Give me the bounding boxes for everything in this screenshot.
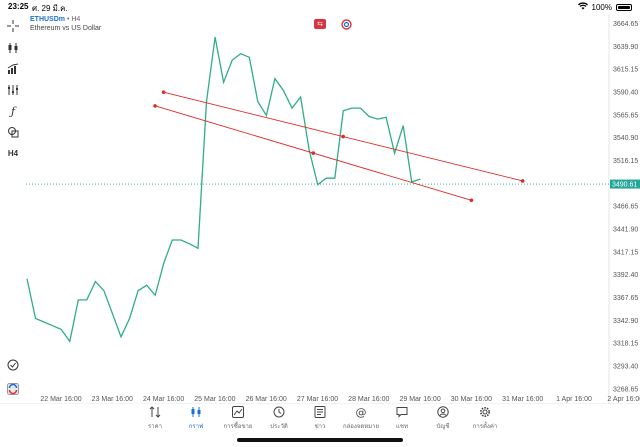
price-chart[interactable]: 3664.65 3639.90 3615.15 3590.40 3565.65 3540.… (0, 0, 640, 404)
time-tick-label: 25 Mar 16:00 (194, 396, 235, 403)
bottom-nav: ราคา กราฟ การซื้อขาย ประวัติ ข่าว @ กล่องจดหมา… (0, 404, 640, 434)
price-series-line (26, 36, 421, 343)
price-tick-label: 3639.90 (613, 44, 638, 51)
nav-label: ราคา (148, 424, 162, 430)
time-tick-label: 23 Mar 16:00 (92, 396, 133, 403)
mailbox-icon: @ (341, 406, 381, 421)
trendline-handle[interactable] (469, 198, 474, 203)
nav-label: ประวัติ (270, 424, 288, 430)
price-tick-label: 3590.40 (613, 90, 638, 97)
time-axis: 22 Mar 16:00 23 Mar 16:00 24 Mar 16:00 25 M… (40, 396, 640, 403)
trendline-handle[interactable] (161, 90, 166, 95)
time-tick-label: 2 Apr 16:00 (607, 396, 640, 403)
trendline-handle[interactable] (311, 151, 316, 155)
time-tick-label: 28 Mar 16:00 (348, 396, 389, 403)
chart-icon (176, 406, 216, 421)
price-tick-label: 3293.40 (613, 363, 638, 370)
nav-item-chat[interactable]: แชท (382, 406, 422, 431)
price-tick-label: 3466.65 (613, 204, 638, 211)
price-tick-label: 3441.90 (613, 226, 638, 233)
svg-text:@: @ (356, 406, 367, 418)
trendline-handle[interactable] (341, 134, 345, 139)
price-axis: 3664.65 3639.90 3615.15 3590.40 3565.65 3540.… (613, 21, 638, 393)
nav-label: การซื้อขาย (223, 424, 253, 430)
price-tick-label: 3342.90 (613, 318, 638, 325)
nav-item-news[interactable]: ข่าว (300, 406, 340, 431)
home-indicator (237, 438, 403, 442)
price-tick-label: 3318.15 (613, 341, 638, 348)
account-icon (423, 406, 463, 421)
price-tick-label: 3615.15 (613, 67, 638, 74)
current-price-value: 3490.61 (612, 182, 637, 189)
time-tick-label: 26 Mar 16:00 (246, 396, 287, 403)
price-tick-label: 3392.40 (613, 272, 638, 279)
trendline-handle[interactable] (153, 104, 157, 108)
price-tick-label: 3417.15 (613, 249, 638, 256)
price-tick-label: 3540.90 (613, 135, 638, 142)
nav-item-mailbox[interactable]: @ กล่องจดหมาย (341, 406, 381, 431)
trade-icon (218, 406, 258, 421)
nav-item-trade[interactable]: การซื้อขาย (218, 406, 258, 431)
nav-label: การตั้งค่า (472, 424, 498, 430)
price-tick-label: 3516.15 (613, 158, 638, 165)
price-tick-label: 3664.65 (613, 21, 638, 28)
time-tick-label: 1 Apr 16:00 (556, 396, 592, 403)
time-tick-label: 29 Mar 16:00 (399, 396, 440, 403)
trendline-handle[interactable] (520, 179, 525, 183)
news-icon (300, 406, 340, 421)
history-icon (259, 406, 299, 421)
chat-icon (382, 406, 422, 421)
nav-label: ข่าว (314, 424, 326, 430)
nav-item-chart[interactable]: กราฟ (176, 406, 216, 431)
current-price-label: 3490.61 (610, 179, 640, 189)
nav-item-quotes[interactable]: ราคา (135, 406, 175, 431)
price-tick-label: 3268.65 (613, 386, 638, 393)
nav-label: กล่องจดหมาย (342, 424, 380, 430)
nav-item-account[interactable]: บัญชี (423, 406, 463, 431)
nav-label: แชท (396, 424, 408, 430)
nav-label: กราฟ (188, 424, 204, 430)
time-tick-label: 30 Mar 16:00 (451, 396, 492, 403)
nav-item-history[interactable]: ประวัติ (259, 406, 299, 431)
time-tick-label: 24 Mar 16:00 (143, 396, 184, 403)
price-tick-label: 3367.65 (613, 295, 638, 302)
time-tick-label: 31 Mar 16:00 (502, 396, 543, 403)
nav-item-settings[interactable]: การตั้งค่า (465, 406, 505, 431)
quotes-icon (135, 406, 175, 421)
time-tick-label: 22 Mar 16:00 (40, 396, 81, 403)
time-tick-label: 27 Mar 16:00 (297, 396, 338, 403)
price-tick-label: 3565.65 (613, 112, 638, 119)
nav-label: บัญชี (436, 424, 450, 430)
settings-icon (465, 406, 505, 421)
